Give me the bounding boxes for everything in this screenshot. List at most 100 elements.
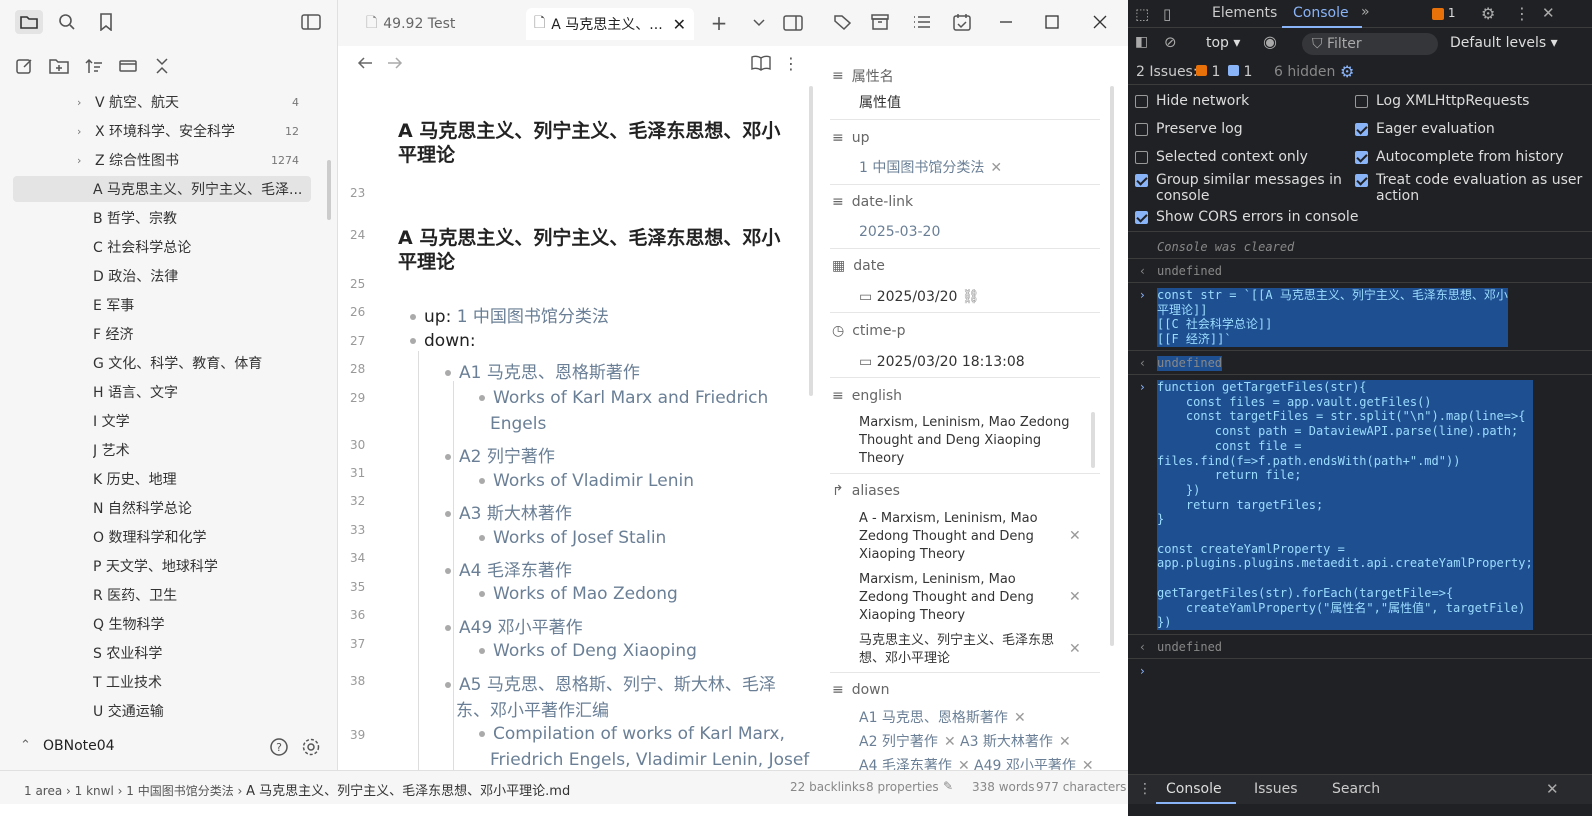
file-tree-item[interactable]: K 历史、地理 — [13, 466, 311, 492]
down-line[interactable]: down: — [410, 331, 476, 351]
issues-info-count[interactable]: 1 — [1228, 64, 1252, 80]
vault-name[interactable]: OBNote04 — [43, 738, 115, 754]
back-arrow-icon[interactable] — [354, 52, 376, 74]
remove-icon[interactable]: ✕ — [944, 734, 956, 750]
internal-link[interactable]: A2 列宁著作 — [459, 447, 555, 467]
remove-icon[interactable]: ✕ — [1014, 710, 1026, 726]
remove-icon[interactable]: ✕ — [958, 758, 970, 770]
alias-pill-3[interactable]: 马克思主义、列宁主义、毛泽东思想、邓小平理论 — [859, 632, 1064, 668]
file-tree-item[interactable]: G 文化、科学、教育、体育 — [13, 350, 311, 376]
eager-evaluation-checkbox[interactable]: Eager evaluation — [1355, 121, 1495, 137]
list-item[interactable]: A49 邓小平著作 — [445, 613, 583, 638]
treat-code-checkbox[interactable]: Treat code evaluation as user action — [1355, 172, 1587, 204]
internal-link[interactable]: A49 邓小平著作 — [459, 618, 583, 638]
sidebar-toggle-icon[interactable] — [300, 11, 322, 33]
sidebar-toggle-icon[interactable]: ◧ — [1135, 34, 1148, 50]
warning-badge[interactable]: 1 — [1432, 6, 1455, 20]
filter-input[interactable]: ⛉ Filter — [1302, 33, 1438, 55]
internal-link[interactable]: Works of Vladimir Lenin — [493, 471, 694, 491]
file-tree-item[interactable]: U 交通运输 — [13, 698, 311, 724]
chevron-right-icon[interactable]: › — [77, 154, 89, 167]
drawer-menu-icon[interactable]: ⋮ — [1138, 781, 1152, 797]
file-tree-item[interactable]: P 天文学、地球科学 — [13, 553, 311, 579]
down-pill[interactable]: A1 马克思、恩格斯著作 ✕ — [859, 709, 1026, 727]
up-link[interactable]: 1 中国图书馆分类法 — [457, 307, 609, 327]
breadcrumb-item[interactable]: 1 中国图书馆分类法 — [126, 784, 233, 798]
console-input-code[interactable]: const str = `[[A 马克思主义、列宁主义、毛泽东思想、邓小 平理论… — [1157, 288, 1508, 347]
file-tree-item[interactable]: B 哲学、宗教 — [13, 205, 311, 231]
drawer-close-icon[interactable]: ✕ — [1546, 780, 1559, 798]
list-item[interactable]: Works of Vladimir Lenin — [479, 471, 694, 491]
drawer-tab-issues[interactable]: Issues — [1254, 781, 1298, 797]
devtools-close-icon[interactable]: ✕ — [1542, 4, 1555, 22]
sidebar-scrollbar[interactable] — [327, 160, 331, 220]
properties-count[interactable]: 8 properties — [866, 780, 939, 794]
internal-link[interactable]: A4 毛泽东著作 — [459, 561, 572, 581]
property-key-english[interactable]: ≡ english — [832, 388, 902, 404]
breadcrumb-item[interactable]: A 马克思主义、列宁主义、毛泽东思想、邓小平理论.md — [246, 784, 570, 799]
internal-link[interactable]: Works of Karl Marx and Friedrich — [493, 388, 768, 408]
remove-icon[interactable]: ✕ — [1082, 758, 1094, 770]
pencil-icon[interactable]: ✎ — [943, 779, 953, 793]
chevron-right-icon[interactable]: › — [77, 96, 89, 109]
property-value-shuxingzhi[interactable]: 属性值 — [859, 94, 901, 112]
right-sidebar-toggle-icon[interactable] — [782, 12, 804, 34]
internal-link[interactable]: Works of Deng Xiaoping — [493, 641, 697, 661]
list-item[interactable]: A4 毛泽东著作 — [445, 556, 572, 581]
folder-tree-item[interactable]: › Z 综合性图书 1274 — [13, 147, 311, 173]
file-tree-item[interactable]: T 工业技术 — [13, 669, 311, 695]
chevron-right-icon[interactable]: › — [77, 125, 89, 138]
drawer-tab-search[interactable]: Search — [1332, 781, 1380, 797]
internal-link[interactable]: Compilation of works of Karl Marx, — [493, 724, 785, 744]
context-selector[interactable]: top ▾ — [1206, 35, 1240, 51]
tab-console[interactable]: Console — [1293, 5, 1349, 21]
property-key-shuxingming[interactable]: ≡ 属性名 — [832, 66, 894, 86]
close-window-icon[interactable] — [1089, 11, 1111, 33]
remove-alias-icon[interactable]: ✕ — [1069, 528, 1081, 544]
list-item[interactable]: Works of Deng Xiaoping — [479, 641, 697, 661]
tab-elements[interactable]: Elements — [1212, 5, 1277, 21]
hide-network-checkbox[interactable]: Hide network — [1135, 93, 1249, 109]
list-item[interactable]: A5 马克思、恩格斯、列宁、斯大林、毛泽 — [445, 670, 776, 695]
more-tabs-icon[interactable]: » — [1361, 4, 1370, 20]
list-item[interactable]: Engels — [490, 414, 546, 434]
file-tree-item[interactable]: D 政治、法律 — [13, 263, 311, 289]
remove-alias-icon[interactable]: ✕ — [1069, 641, 1081, 657]
list-icon[interactable] — [911, 11, 933, 33]
property-value-date-link[interactable]: 2025-03-20 — [859, 223, 940, 241]
property-value-english[interactable]: Marxism, Leninism, Mao Zedong Thought an… — [859, 414, 1074, 468]
autocomplete-checkbox[interactable]: Autocomplete from history — [1355, 149, 1564, 165]
cors-errors-checkbox[interactable]: Show CORS errors in console — [1135, 209, 1358, 225]
property-key-aliases[interactable]: ↱ aliases — [832, 483, 900, 499]
property-key-up[interactable]: ≡ up — [832, 130, 870, 146]
drawer-tab-console[interactable]: Console — [1166, 781, 1222, 797]
settings-gear-icon[interactable]: ⚙ — [1340, 62, 1354, 81]
folder-icon[interactable] — [15, 10, 43, 34]
property-key-ctime[interactable]: ◷ ctime-p — [832, 323, 905, 339]
file-tree-item[interactable]: E 军事 — [13, 292, 311, 318]
reading-view-icon[interactable] — [750, 52, 772, 74]
vault-switch-icon[interactable]: ⌃ — [20, 738, 31, 753]
help-icon[interactable]: ? — [268, 736, 290, 758]
remove-icon[interactable]: ✕ — [990, 160, 1002, 176]
down-pill[interactable]: A3 斯大林著作 ✕ — [960, 733, 1071, 751]
property-key-date-link[interactable]: ≡ date-link — [832, 194, 913, 210]
file-tree-item[interactable]: J 艺术 — [13, 437, 311, 463]
file-tree-item[interactable]: O 数理科学和化学 — [13, 524, 311, 550]
alias-pill-1[interactable]: A - Marxism, Leninism, Mao Zedong Though… — [859, 510, 1049, 564]
device-toggle-icon[interactable]: ▯ — [1163, 5, 1171, 23]
list-item[interactable]: A3 斯大林著作 — [445, 499, 572, 524]
tag-icon[interactable] — [832, 11, 854, 33]
maximize-icon[interactable] — [1041, 11, 1063, 33]
chevron-down-icon[interactable] — [748, 12, 770, 34]
textarea-scrollbar[interactable] — [1091, 412, 1095, 468]
file-tree-item[interactable]: C 社会科学总论 — [13, 234, 311, 260]
tab-active-note[interactable]: 🗋 A 马克思主义、... ✕ — [526, 8, 694, 40]
inspect-icon[interactable]: ⬚ — [1135, 5, 1149, 23]
remove-icon[interactable]: ✕ — [1059, 734, 1071, 750]
down-pill[interactable]: A49 邓小平著作 ✕ — [974, 757, 1094, 770]
console-input-code[interactable]: function getTargetFiles(str){ const file… — [1157, 380, 1533, 630]
internal-link[interactable]: Friedrich Engels, Vladimir Lenin, Josef — [490, 750, 809, 770]
file-tree-item[interactable]: R 医药、卫生 — [13, 582, 311, 608]
down-pill[interactable]: A2 列宁著作 ✕ — [859, 733, 956, 751]
